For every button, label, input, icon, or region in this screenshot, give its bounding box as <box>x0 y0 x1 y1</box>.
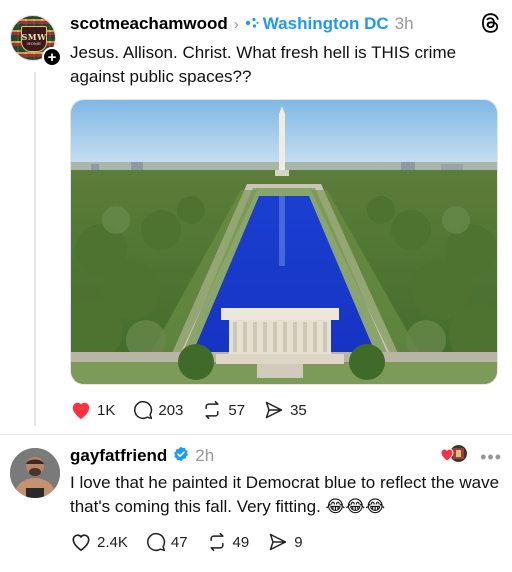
heart-icon <box>72 534 90 552</box>
reply-header: gayfatfriend 2h <box>70 445 214 467</box>
share-icon <box>265 401 283 419</box>
comment-icon <box>146 532 166 552</box>
threads-logo-icon[interactable] <box>480 12 502 34</box>
plus-icon[interactable]: + <box>42 47 62 67</box>
like-button[interactable]: 1K <box>70 400 115 420</box>
reply-share-count: 9 <box>294 533 303 551</box>
reply-author-avatar[interactable] <box>10 448 60 498</box>
post-image[interactable] <box>70 99 498 385</box>
reply-share-button[interactable]: 9 <box>267 532 303 552</box>
heart-icon <box>72 402 90 420</box>
repost-button[interactable]: 57 <box>201 400 245 420</box>
repost-count: 57 <box>228 401 246 419</box>
share-count: 35 <box>290 401 307 419</box>
reply-comment-count: 47 <box>170 533 188 551</box>
thread-connector-line <box>34 72 36 426</box>
comment-count: 203 <box>158 401 184 419</box>
reply-comment-button[interactable]: 47 <box>146 532 188 552</box>
more-icon[interactable]: ••• <box>480 447 502 468</box>
post-timestamp: 3h <box>394 14 414 33</box>
verified-badge-icon <box>173 446 189 467</box>
comment-icon <box>134 400 153 420</box>
reply-body-text: I love that he painted it Democrat blue … <box>70 473 500 516</box>
share-icon <box>269 533 287 551</box>
repost-icon <box>205 400 219 420</box>
reply-repost-button[interactable]: 49 <box>206 532 250 552</box>
avatar-crest-subtext: HOME <box>27 40 41 46</box>
share-button[interactable]: 35 <box>263 400 307 420</box>
avatar-crest: SMW HOME <box>21 26 47 52</box>
avatar-crest-text: SMW <box>21 31 47 42</box>
reply-timestamp: 2h <box>195 446 215 465</box>
post-actions: 1K 203 57 35 <box>70 400 325 420</box>
topic-tag[interactable]: Washington DC <box>263 14 389 34</box>
liked-by-author-icon <box>439 444 469 464</box>
author-username[interactable]: scotmeachamwood <box>70 14 228 34</box>
reply-like-count: 2.4K <box>97 533 128 551</box>
post-header: scotmeachamwood › Washington DC 3h <box>70 13 414 35</box>
repost-icon <box>209 532 224 552</box>
reply-actions: 2.4K 47 49 9 <box>70 532 321 552</box>
like-count: 1K <box>97 401 116 419</box>
reply-author-username[interactable]: gayfatfriend <box>70 446 167 466</box>
post-body-text: Jesus. Allison. Christ. What fresh hell … <box>70 43 457 86</box>
comment-button[interactable]: 203 <box>133 400 183 420</box>
chevron-right-icon: › <box>233 15 239 33</box>
topic-dots-icon <box>245 16 259 33</box>
reply-repost-count: 49 <box>232 533 250 551</box>
author-avatar[interactable]: SMW HOME + <box>10 15 62 67</box>
post-divider <box>0 434 512 435</box>
reply-like-button[interactable]: 2.4K <box>70 532 128 552</box>
